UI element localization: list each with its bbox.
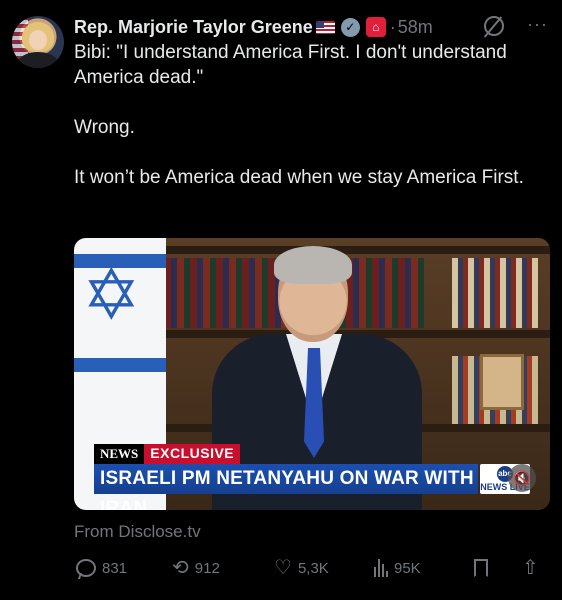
repost-count: 912 [194, 559, 220, 577]
heart-icon: ♡ [274, 557, 292, 579]
post-paragraph: Wrong. [74, 117, 135, 138]
reply-icon [76, 559, 96, 577]
bookmark-button[interactable] [474, 554, 488, 582]
media-source[interactable]: From Disclose.tv [74, 522, 201, 542]
reply-count: 831 [102, 559, 128, 577]
mute-icon[interactable]: 🔇 [508, 464, 536, 492]
exclusive-tag: EXCLUSIVE [144, 444, 241, 464]
bookmark-icon [474, 559, 488, 577]
news-lower-third: NEWS EXCLUSIVE ISRAELI PM NETANYAHU ON W… [94, 444, 550, 510]
post-text: Bibi: "I understand America First. I don… [74, 40, 544, 215]
government-capitol-icon[interactable]: ⌂ [365, 17, 386, 37]
repost-button[interactable]: ⟲ 912 [172, 554, 220, 582]
views-count: 95K [394, 559, 421, 577]
post-paragraph: Bibi: "I understand America First. I don… [74, 42, 512, 88]
repost-icon: ⟲ [172, 557, 189, 579]
like-button[interactable]: ♡ 5,3K [274, 554, 329, 582]
us-flag-icon [315, 20, 335, 34]
like-count: 5,3K [297, 559, 329, 577]
grok-icon[interactable] [484, 16, 504, 36]
views-icon [374, 559, 388, 577]
news-headline: ISRAELI PM NETANYAHU ON WAR WITH IRAN [94, 464, 478, 510]
views-button[interactable]: 95K [374, 554, 421, 582]
video-media[interactable]: ✡ NEWS EXCLUSIVE ISRAELI PM NETANYAHU ON… [74, 238, 550, 510]
share-button[interactable]: ⇧ [522, 554, 545, 582]
network-tag: NEWS [94, 444, 145, 464]
timestamp-separator: · [389, 16, 396, 37]
more-icon[interactable]: ··· [527, 14, 548, 35]
post-time[interactable]: 58m [398, 17, 433, 38]
reply-button[interactable]: 831 [76, 554, 127, 582]
post-header: Rep. Marjorie Taylor Greene ✓ ⌂ · 58m ··… [74, 14, 548, 40]
post-paragraph: It won’t be America dead when we stay Am… [74, 167, 524, 188]
author-name[interactable]: Rep. Marjorie Taylor Greene [74, 17, 313, 38]
share-icon: ⇧ [522, 557, 539, 579]
avatar[interactable] [12, 16, 64, 68]
verified-badge-icon[interactable]: ✓ [340, 17, 360, 37]
action-bar: 831 ⟲ 912 ♡ 5,3K 95K ⇧ [74, 554, 550, 582]
